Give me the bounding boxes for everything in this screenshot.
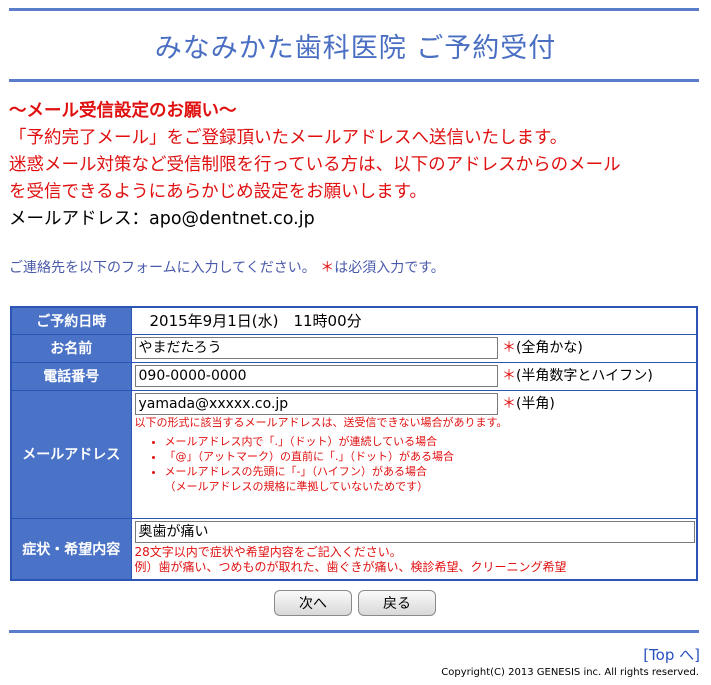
name-cell: やまだたろう ＊(全角かな) [130,333,698,363]
phone-input[interactable]: 090-0000-0000 [134,365,498,387]
phone-cell: 090-0000-0000 ＊(半角数字とハイフン) [130,361,698,391]
email-warning: 以下の形式に該当するメールアドレスは、送受信できない場合があります。 [134,415,508,429]
row-symptom: 症状・希望内容 奥歯が痛い 28文字以内で症状や希望内容をご記入ください。 例）… [10,517,698,581]
date-label: ご予約日時 [10,306,132,335]
email-rule-note: （メールアドレスの規格に準拠していないためです） [164,479,429,493]
email-required-mark: ＊ [501,395,516,412]
email-cell: yamada@xxxxx.co.jp ＊(半角) 以下の形式に該当するメールアド… [130,389,698,519]
email-rules: メールアドレス内で「.」（ドット）が連続している場合 「@」（アットマーク）の直… [135,434,697,494]
symptom-help-2: 例）歯が痛い、つめものが取れた、歯ぐきが痛い、検診希望、クリーニング希望 [134,559,567,574]
name-required-mark: ＊ [501,340,516,356]
email-rule-1: メールアドレス内で「.」（ドット）が連続している場合 [165,434,697,449]
phone-hint: (半角数字とハイフン) [515,368,653,384]
guide-required-text: は必須入力です。 [334,260,445,276]
symptom-help-1: 28文字以内で症状や希望内容をご記入ください。 [134,544,402,559]
email-rule-3-text: メールアドレスの先頭に「-」（ハイフン）がある場合 [164,464,427,478]
email-label: メールアドレス [10,389,132,519]
footer-divider [9,630,699,633]
phone-required-mark: ＊ [501,368,516,384]
symptom-label: 症状・希望内容 [10,517,132,581]
row-phone: 電話番号 090-0000-0000 ＊(半角数字とハイフン) [10,361,698,391]
copyright: Copyright(C) 2013 GENESIS inc. All right… [441,667,699,678]
top-link[interactable]: [Top へ] [643,644,700,665]
date-value: 2015年9月1日(水) 11時00分 [130,306,698,335]
guide-required-star: ＊ [320,260,335,276]
page-title: みなみかた歯科医院 ご予約受付 [154,33,557,64]
reservation-form: ご予約日時 2015年9月1日(水) 11時00分 お名前 やまだたろう ＊(全… [10,306,698,581]
row-date: ご予約日時 2015年9月1日(水) 11時00分 [10,306,698,335]
notice-line-3: を受信できるようにあらかじめ設定をお願いします。 [9,182,427,202]
form-guide: ご連絡先を以下のフォームに入力してください。 ＊は必須入力です。 [9,257,445,277]
mail-notice: ～メール受信設定のお願い～ 「予約完了メール」をご登録頂いたメールアドレスへ送信… [9,98,704,233]
symptom-input[interactable]: 奥歯が痛い [134,520,695,543]
notice-line-2: 迷惑メール対策など受信制限を行っている方は、以下のアドレスからのメール [9,155,621,175]
back-button[interactable]: 戻る [358,590,436,616]
email-hint: (半角) [515,395,555,412]
phone-label: 電話番号 [10,361,132,391]
name-label: お名前 [10,333,132,363]
row-email: メールアドレス yamada@xxxxx.co.jp ＊(半角) 以下の形式に該… [10,389,698,519]
title-divider [9,79,699,82]
notice-heading: ～メール受信設定のお願い～ [9,101,237,121]
row-name: お名前 やまだたろう ＊(全角かな) [10,333,698,363]
top-divider [9,8,699,11]
email-rule-2: 「@」（アットマーク）の直前に「.」（ドット）がある場合 [165,449,697,464]
name-hint: (全角かな) [515,340,583,356]
email-rule-3: メールアドレスの先頭に「-」（ハイフン）がある場合（メールアドレスの規格に準拠し… [165,464,697,494]
guide-text: ご連絡先を以下のフォームに入力してください。 [9,260,316,276]
notice-address: メールアドレス：apo@dentnet.co.jp [9,209,315,229]
notice-line-1: 「予約完了メール」をご登録頂いたメールアドレスへ送信いたします。 [9,128,568,148]
email-input[interactable]: yamada@xxxxx.co.jp [134,392,498,415]
name-input[interactable]: やまだたろう [134,337,498,359]
next-button[interactable]: 次へ [274,590,352,616]
symptom-cell: 奥歯が痛い 28文字以内で症状や希望内容をご記入ください。 例）歯が痛い、つめも… [130,517,698,581]
